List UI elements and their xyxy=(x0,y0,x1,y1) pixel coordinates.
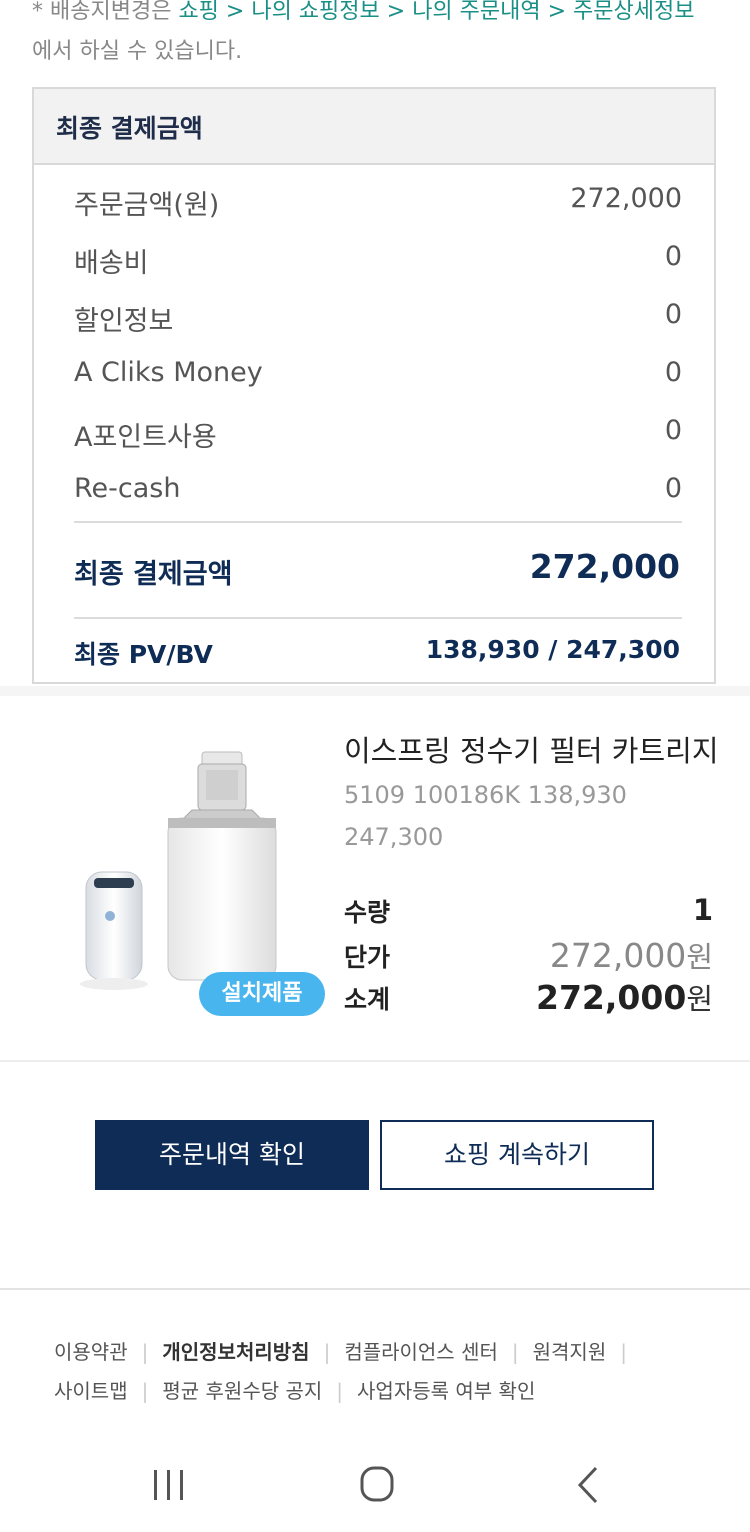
footer-link-terms[interactable]: 이용약관 xyxy=(54,1340,128,1364)
row-label: 할인정보 xyxy=(74,306,174,337)
subtotal-value: 272,000원 xyxy=(536,976,713,1018)
footer-link-sitemap[interactable]: 사이트맵 xyxy=(54,1379,128,1403)
footer-link-compliance[interactable]: 컴플라이언스 센터 xyxy=(344,1340,498,1364)
footer-link-sponsor-notice[interactable]: 평균 후원수당 공지 xyxy=(162,1379,322,1403)
currency-unit: 원 xyxy=(686,940,713,974)
row-value: 0 xyxy=(664,241,682,272)
row-label: A Cliks Money xyxy=(74,357,263,388)
unit-price-label: 단가 xyxy=(344,943,391,972)
home-icon[interactable] xyxy=(337,1454,417,1514)
installation-product-badge: 설치제품 xyxy=(199,972,325,1016)
notice-prefix: * 배송지변경은 xyxy=(32,0,179,24)
section-divider xyxy=(0,1060,750,1062)
footer-link-remote-support[interactable]: 원격지원 xyxy=(533,1340,607,1364)
shipping-notice: * 배송지변경은 쇼핑 > 나의 쇼핑정보 > 나의 주문내역 > 주문상세정보… xyxy=(32,0,732,72)
product-bv-line: 247,300 xyxy=(344,823,444,851)
payment-summary-box: 최종 결제금액 주문금액(원) 272,000 배송비 0 할인정보 0 A C… xyxy=(32,87,716,684)
row-value: 0 xyxy=(664,357,682,388)
final-pvbv-label: 최종 PV/BV xyxy=(74,640,213,669)
footer-divider xyxy=(0,1288,750,1290)
summary-row-apoint: A포인트사용 0 xyxy=(74,415,682,455)
final-amount-value: 272,000 xyxy=(529,547,680,586)
row-label: 배송비 xyxy=(74,248,149,279)
system-navigation-bar xyxy=(0,1432,750,1532)
subtotal-amount: 272,000 xyxy=(536,978,687,1017)
summary-row-acliks-money: A Cliks Money 0 xyxy=(74,357,682,397)
footer-links-row1: 이용약관 | 개인정보처리방침 | 컴플라이언스 센터 | 원격지원 | xyxy=(54,1340,627,1364)
row-value: 0 xyxy=(664,473,682,504)
summary-divider xyxy=(74,617,682,619)
row-value: 0 xyxy=(664,415,682,446)
summary-row-recash: Re-cash 0 xyxy=(74,473,682,513)
currency-unit: 원 xyxy=(686,982,713,1016)
product-name[interactable]: 이스프링 정수기 필터 카트리지 xyxy=(344,728,719,770)
footer-link-privacy[interactable]: 개인정보처리방침 xyxy=(162,1340,309,1364)
product-code-line: 5109 100186K 138,930 xyxy=(344,781,627,809)
unit-price-value: 272,000원 xyxy=(550,934,713,976)
row-label: A포인트사용 xyxy=(74,422,217,453)
subtotal-label: 소계 xyxy=(344,985,391,1014)
summary-header: 최종 결제금액 xyxy=(34,89,714,165)
product-meta: 5109 100186K 138,930 247,300 xyxy=(344,774,684,858)
order-history-button[interactable]: 주문내역 확인 xyxy=(95,1120,369,1190)
quantity-label: 수량 xyxy=(344,898,391,927)
recent-apps-icon[interactable] xyxy=(128,1454,208,1514)
notice-suffix: 에서 하실 수 있습니다. xyxy=(32,39,243,64)
summary-row-shipping: 배송비 0 xyxy=(74,241,682,281)
quantity-value: 1 xyxy=(692,893,713,927)
summary-row-discount: 할인정보 0 xyxy=(74,299,682,339)
summary-divider xyxy=(74,521,682,523)
footer-link-business-check[interactable]: 사업자등록 여부 확인 xyxy=(357,1379,535,1403)
summary-row-order-amount: 주문금액(원) 272,000 xyxy=(74,183,682,223)
notice-path-link[interactable]: 쇼핑 > 나의 쇼핑정보 > 나의 주문내역 > 주문상세정보 xyxy=(178,0,694,24)
continue-shopping-button[interactable]: 쇼핑 계속하기 xyxy=(380,1120,654,1190)
row-value: 272,000 xyxy=(570,183,682,214)
back-icon[interactable] xyxy=(548,1454,628,1514)
final-amount-label: 최종 결제금액 xyxy=(74,559,233,590)
final-pvbv-value: 138,930 / 247,300 xyxy=(425,635,680,664)
summary-title: 최종 결제금액 xyxy=(56,114,203,143)
row-label: Re-cash xyxy=(74,473,181,504)
row-value: 0 xyxy=(664,299,682,330)
row-label: 주문금액(원) xyxy=(74,190,220,221)
unit-price-amount: 272,000 xyxy=(549,936,687,975)
section-separator xyxy=(0,686,750,696)
footer-links-row2: 사이트맵 | 평균 후원수당 공지 | 사업자등록 여부 확인 xyxy=(54,1379,536,1403)
product-image[interactable] xyxy=(80,748,300,998)
